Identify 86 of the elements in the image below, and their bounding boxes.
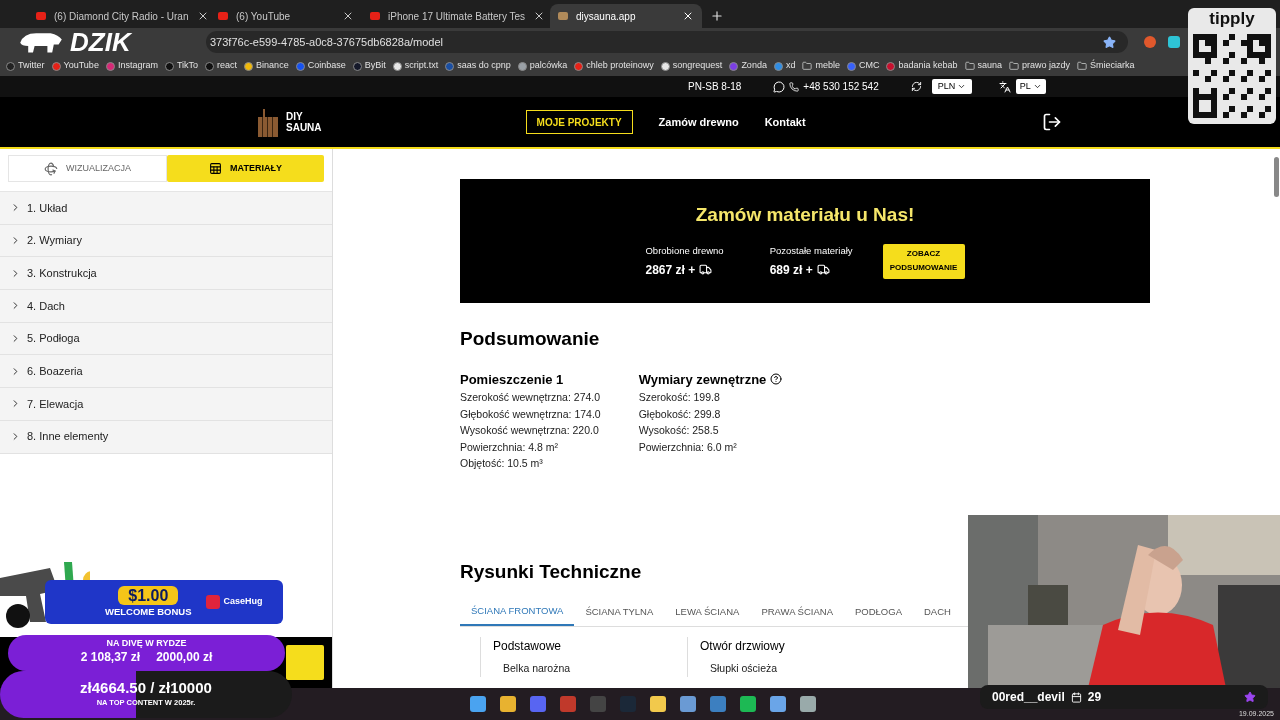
bookmark[interactable]: xd	[773, 59, 796, 73]
tab-title: (6) Diamond City Radio - Uran	[54, 9, 189, 24]
dimension-text: Szerokość wewnętrzna: 274.0	[460, 390, 601, 405]
drawing-tab[interactable]: ŚCIANA TYLNA	[574, 598, 665, 626]
column-heading: Pomieszczenie 1	[460, 370, 564, 389]
dimension-text: Szerokość: 199.8	[638, 390, 721, 405]
bookmark[interactable]: Śmieciarka	[1077, 59, 1135, 73]
bookmark[interactable]: Zonda	[729, 59, 767, 73]
accordion-item[interactable]: 1. Układ	[0, 192, 332, 225]
bookmark[interactable]: saas do cpnp	[445, 59, 511, 73]
bookmark[interactable]: Twitter	[6, 59, 45, 73]
drawing-tab[interactable]: PRAWA ŚCIANA	[750, 598, 844, 626]
drawing-tab[interactable]: DACH	[913, 598, 962, 626]
streamer-logo: DZIK	[70, 29, 131, 55]
drawing-link[interactable]: Słupki ościeża	[710, 661, 894, 677]
banner-title: Zamów materiału u Nas!	[695, 203, 915, 227]
section-heading: Podsumowanie	[460, 327, 601, 351]
browser-tab[interactable]: (6) Diamond City Radio - Uran	[28, 4, 210, 28]
bookmark[interactable]: songrequest	[660, 59, 723, 73]
section-heading: Rysunki Techniczne	[460, 559, 643, 584]
view-tab[interactable]: WIZUALIZACJA	[8, 155, 167, 182]
price-label: Pozostałe materiały	[769, 243, 853, 258]
price-value: 2867 zł +	[645, 261, 696, 279]
summary-button[interactable]: ZOBACZ PODSUMOWANIE	[882, 243, 965, 279]
viewer-badge: 00red__devil 29	[980, 685, 1268, 709]
nav-link[interactable]: Kontakt	[764, 113, 806, 131]
browser-tab[interactable]: (6) YouTube	[210, 4, 362, 28]
accordion-item[interactable]: 4. Dach	[0, 290, 332, 323]
tab-title: iPhone 17 Ultimate Battery Tes	[388, 9, 526, 24]
goal-amount: 2 108,37 zł	[80, 649, 141, 665]
drawing-link[interactable]: Belka narożna	[503, 661, 687, 677]
drawing-tab[interactable]: PODŁOGA	[844, 598, 913, 626]
bookmark[interactable]: chleb proteinowy	[574, 59, 654, 73]
price-label: Obrobione drewno	[645, 243, 724, 258]
goal-amount: 2000,00 zł	[156, 649, 213, 665]
brand-name: CaseHug	[223, 595, 263, 609]
currency-select[interactable]: PLN	[931, 79, 972, 94]
opening-hours: PN-SB 8-18	[688, 80, 742, 94]
bookmark[interactable]: CMC	[846, 59, 880, 73]
browser-tab[interactable]: iPhone 17 Ultimate Battery Tes	[362, 4, 550, 28]
price-value: 689 zł +	[769, 261, 813, 279]
bookmark[interactable]: Binance	[244, 59, 289, 73]
dimension-text: Powierzchnia: 6.0 m²	[638, 439, 738, 455]
bookmark[interactable]: palcówka	[517, 59, 568, 73]
promo-amount: $1.00	[118, 585, 179, 605]
tipply-logo: tipply	[1209, 8, 1255, 30]
column-heading: Wymiary zewnętrzne	[638, 370, 767, 389]
bookmark[interactable]: Instagram	[105, 59, 158, 73]
projects-button[interactable]: MOJE PROJEKTY	[525, 110, 633, 134]
dimension-text: Objętość: 10.5 m³	[460, 456, 544, 471]
bookmark[interactable]: Coinbase	[295, 59, 346, 73]
accordion-item[interactable]: 8. Inne elementy	[0, 420, 332, 454]
dimension-text: Wysokość: 258.5	[638, 423, 720, 438]
bookmark[interactable]: meble	[802, 59, 840, 73]
nav-link[interactable]: Zamów drewno	[658, 113, 739, 131]
bookmark[interactable]: TikTo	[164, 59, 199, 73]
language-select[interactable]: PL	[1015, 79, 1046, 94]
bookmark[interactable]: prawo jazdy	[1009, 59, 1071, 73]
group-heading: Podstawowe	[493, 638, 563, 655]
bookmark[interactable]: react	[205, 59, 238, 73]
address-field[interactable]: 373f76c-e599-4785-a0c8-37675db6828a/model	[206, 31, 1128, 53]
tab-title: diysauna.app	[576, 9, 637, 24]
tab-title: (6) YouTube	[236, 9, 292, 24]
accordion-item[interactable]: 2. Wymiary	[0, 224, 332, 258]
accordion-item[interactable]: 6. Boazeria	[0, 355, 332, 389]
view-tab[interactable]: MATERIAŁY	[167, 155, 324, 182]
dimension-text: Wysokość wewnętrzna: 220.0	[460, 423, 600, 438]
drawing-tab[interactable]: LEWA ŚCIANA	[664, 598, 751, 626]
site-logo-text: DIY SAUNA	[286, 111, 322, 133]
bookmark[interactable]: sauna	[964, 59, 1003, 73]
accordion-item[interactable]: 3. Konstrukcja	[0, 257, 332, 291]
promo-caption: WELCOME BONUS	[105, 604, 192, 619]
phone-number[interactable]: +48 530 152 542	[803, 79, 879, 94]
browser-tab[interactable]: diysauna.app	[550, 4, 702, 28]
dimension-text: Głębokość wewnętrzna: 174.0	[460, 406, 601, 422]
accordion-item[interactable]: 5. Podłoga	[0, 322, 332, 356]
goal-title: NA DIVĘ W RYDZE	[106, 637, 187, 649]
bookmark[interactable]: badania kebab	[886, 59, 958, 73]
group-heading: Otwór drzwiowy	[700, 638, 786, 655]
drawing-tab[interactable]: ŚCIANA FRONTOWA	[460, 598, 575, 626]
bookmark[interactable]: ByBit	[352, 59, 386, 73]
dimension-text: Powierzchnia: 4.8 m²	[460, 439, 560, 455]
dimension-text: Głębokość: 299.8	[638, 406, 722, 422]
bookmark[interactable]: script.txt	[392, 59, 439, 73]
bookmark[interactable]: YouTube	[51, 59, 99, 73]
accordion-item[interactable]: 7. Elewacja	[0, 388, 332, 421]
